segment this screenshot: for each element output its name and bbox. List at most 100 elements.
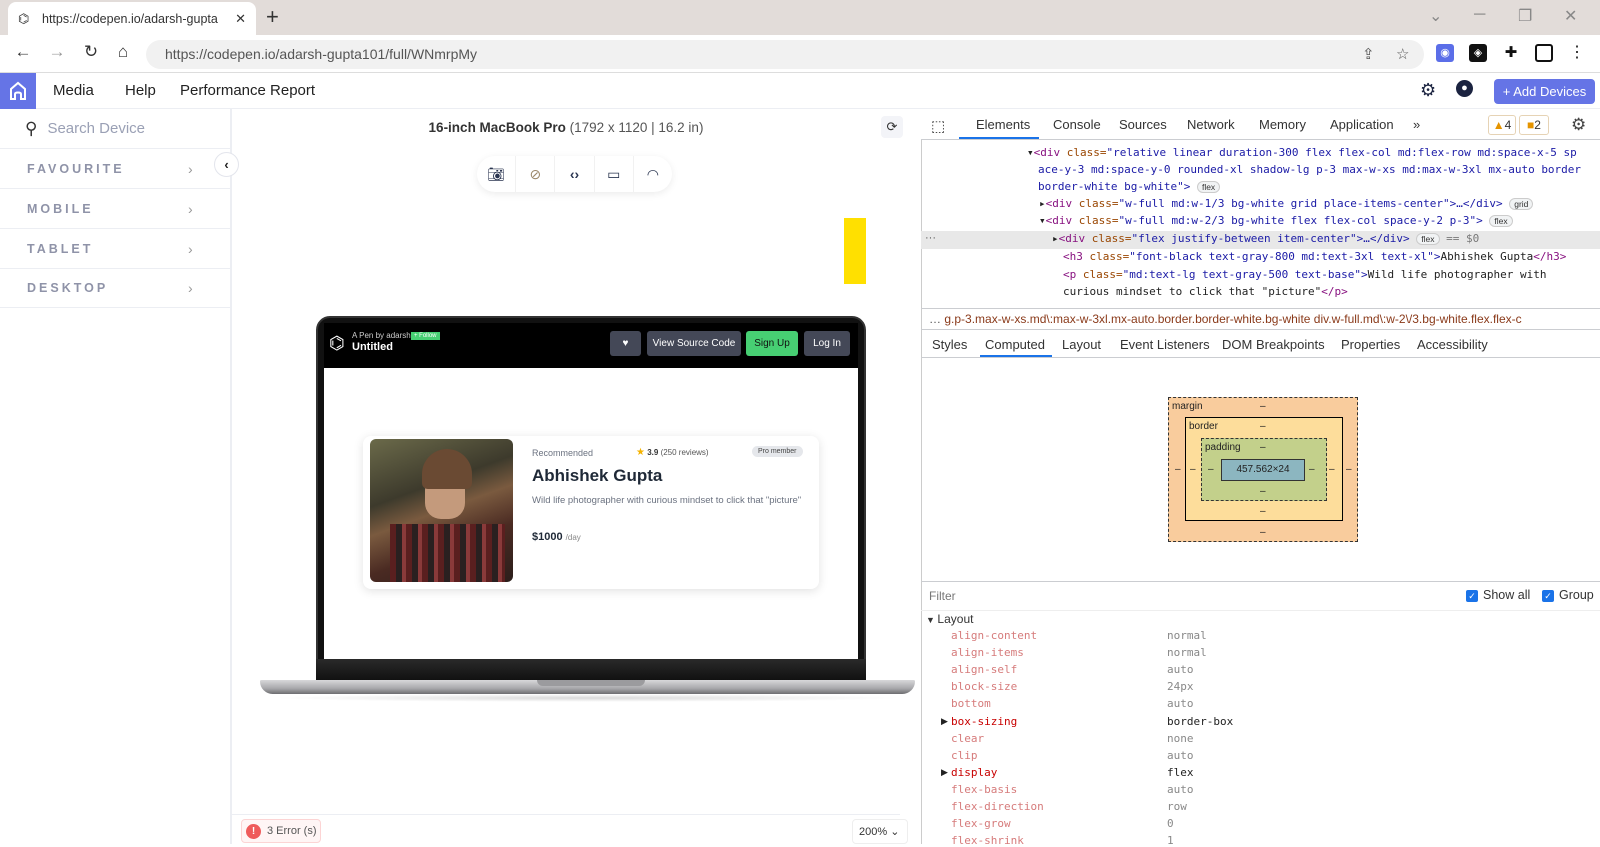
url-input[interactable]: https://codepen.io/adarsh-gupta101/full/… [146, 40, 1424, 69]
dom-breadcrumb[interactable]: … g.p-3.max-w-xs.md\:max-w-3xl.mx-auto.b… [921, 308, 1600, 330]
dom-node[interactable]: ▸<div class="w-full md:w-1/3 bg-white gr… [1039, 197, 1534, 210]
property-name[interactable]: clip [951, 749, 978, 762]
tab-network[interactable]: Network [1187, 117, 1235, 132]
group-checkbox[interactable]: ✓ [1542, 590, 1554, 602]
camera-icon[interactable]: 📷︎ [477, 156, 517, 192]
subtab-dom-breakpoints[interactable]: DOM Breakpoints [1222, 337, 1325, 352]
warnings-badge[interactable]: ▲4 [1488, 115, 1516, 135]
subtab-styles[interactable]: Styles [932, 337, 967, 352]
sidebar-item-tablet[interactable]: TABLET › [0, 230, 230, 269]
sidebar-item-desktop[interactable]: DESKTOP › [0, 269, 230, 308]
property-name[interactable]: block-size [951, 680, 1017, 693]
property-name[interactable]: align-content [951, 629, 1037, 642]
grid-badge[interactable]: grid [1509, 198, 1534, 210]
border-bottom-value[interactable]: – [1260, 506, 1266, 517]
menu-performance-report[interactable]: Performance Report [180, 82, 315, 99]
dom-node[interactable]: ▾<div class="w-full md:w-2/3 bg-white fl… [1039, 214, 1513, 227]
padding-top-value[interactable]: – [1260, 442, 1266, 453]
flex-badge[interactable]: flex [1489, 215, 1513, 227]
tab-application[interactable]: Application [1330, 117, 1394, 132]
border-right-value[interactable]: – [1329, 464, 1335, 475]
tab-search-icon[interactable]: ⌄ [1429, 6, 1442, 26]
codepen-logo-icon[interactable]: ⌬ [329, 333, 345, 354]
property-name[interactable]: clear [951, 732, 984, 745]
collapse-sidebar-button[interactable]: ‹ [214, 152, 239, 177]
subtab-layout[interactable]: Layout [1062, 337, 1101, 352]
padding-right-value[interactable]: – [1309, 464, 1315, 475]
reload-icon[interactable]: ↻ [80, 42, 102, 62]
restore-icon[interactable]: ❐ [1518, 6, 1532, 26]
subtab-properties[interactable]: Properties [1341, 337, 1400, 352]
bookmark-star-icon[interactable]: ☆ [1396, 45, 1409, 63]
more-menu-icon[interactable]: ⋮ [1568, 44, 1586, 62]
box-model-content[interactable]: 457.562×24 [1221, 459, 1305, 481]
wifi-icon[interactable]: ◠ [634, 156, 672, 192]
user-account-icon[interactable]: ● [1456, 80, 1473, 97]
property-name[interactable]: align-self [951, 663, 1017, 676]
browser-tab[interactable]: ⌬ https://codepen.io/adarsh-gupta ✕ [8, 2, 256, 35]
dom-node-selected[interactable]: ▸<div class="flex justify-between item-c… [1052, 232, 1479, 245]
error-badge[interactable]: ! 3 Error (s) [241, 819, 321, 843]
rotate-icon[interactable]: ⊘ [516, 156, 556, 192]
dom-ellipsis-icon[interactable]: ··· [925, 232, 936, 244]
subtab-event-listeners[interactable]: Event Listeners [1120, 337, 1210, 352]
video-icon[interactable]: ▭ [595, 156, 634, 192]
search-device-input[interactable]: ⚲ Search Device [0, 109, 230, 149]
property-name[interactable]: box-sizing [951, 715, 1017, 728]
close-tab-icon[interactable]: ✕ [235, 11, 246, 27]
breadcrumb-path[interactable]: g.p-3.max-w-xs.md\:max-w-3xl.mx-auto.bor… [944, 312, 1521, 326]
extensions-puzzle-icon[interactable]: ✚ [1502, 44, 1520, 62]
property-name[interactable]: flex-grow [951, 817, 1011, 830]
dom-node[interactable]: <h3 class="font-black text-gray-800 md:t… [1063, 250, 1566, 263]
border-left-value[interactable]: – [1190, 464, 1196, 475]
show-all-checkbox[interactable]: ✓ [1466, 590, 1478, 602]
property-name[interactable]: flex-direction [951, 800, 1044, 813]
close-window-icon[interactable]: ✕ [1564, 6, 1577, 26]
settings-gear-icon[interactable]: ⚙ [1420, 80, 1436, 101]
flex-badge[interactable]: flex [1196, 181, 1221, 193]
tab-memory[interactable]: Memory [1259, 117, 1306, 132]
margin-left-value[interactable]: – [1175, 464, 1181, 475]
subtab-computed[interactable]: Computed [985, 337, 1045, 352]
filter-input[interactable]: Filter [929, 589, 956, 603]
margin-bottom-value[interactable]: – [1260, 527, 1266, 538]
margin-top-value[interactable]: – [1260, 401, 1266, 412]
menu-media[interactable]: Media [53, 82, 94, 99]
property-name[interactable]: flex-shrink [951, 834, 1024, 847]
margin-right-value[interactable]: – [1346, 464, 1352, 475]
home-icon[interactable]: ⌂ [112, 42, 134, 62]
code-icon[interactable]: ‹› [555, 156, 595, 192]
sidebar-item-favourite[interactable]: FAVOURITE › [0, 150, 230, 189]
extension-icon[interactable]: ◈ [1469, 44, 1487, 62]
view-source-button[interactable]: View Source Code [647, 331, 741, 356]
side-panel-icon[interactable] [1535, 44, 1553, 62]
property-name[interactable]: align-items [951, 646, 1024, 659]
expand-property-icon[interactable]: ▶ [941, 767, 948, 778]
home-button[interactable] [0, 73, 36, 109]
flex-badge[interactable]: flex [1416, 233, 1440, 245]
dom-node[interactable]: <p class="md:text-lg text-gray-500 text-… [1063, 268, 1546, 281]
add-devices-button[interactable]: + Add Devices [1494, 79, 1595, 104]
zoom-select[interactable]: 200% ⌄ [852, 819, 908, 844]
issues-badge[interactable]: ■2 [1519, 115, 1549, 135]
heart-button[interactable]: ♥ [610, 331, 641, 356]
dom-node[interactable]: ▾<div class="relative linear duration-30… [1027, 146, 1577, 159]
tab-sources[interactable]: Sources [1119, 117, 1167, 132]
extension-icon[interactable]: ◉ [1436, 44, 1454, 62]
log-in-button[interactable]: Log In [804, 331, 850, 356]
inspect-element-icon[interactable]: ⬚ [931, 117, 945, 135]
property-name[interactable]: bottom [951, 697, 991, 710]
subtab-accessibility[interactable]: Accessibility [1417, 337, 1488, 352]
expand-property-icon[interactable]: ▶ [941, 716, 948, 727]
devtools-settings-icon[interactable]: ⚙ [1571, 115, 1586, 135]
border-top-value[interactable]: – [1260, 421, 1266, 432]
padding-bottom-value[interactable]: – [1260, 486, 1266, 497]
back-icon[interactable]: ← [12, 42, 34, 62]
tab-console[interactable]: Console [1053, 117, 1101, 132]
menu-help[interactable]: Help [125, 82, 156, 99]
sign-up-button[interactable]: Sign Up [746, 331, 798, 356]
more-tabs-icon[interactable]: » [1413, 117, 1420, 132]
follow-button[interactable]: + Follow [411, 332, 440, 340]
padding-left-value[interactable]: – [1208, 464, 1214, 475]
tab-elements[interactable]: Elements [976, 117, 1030, 132]
